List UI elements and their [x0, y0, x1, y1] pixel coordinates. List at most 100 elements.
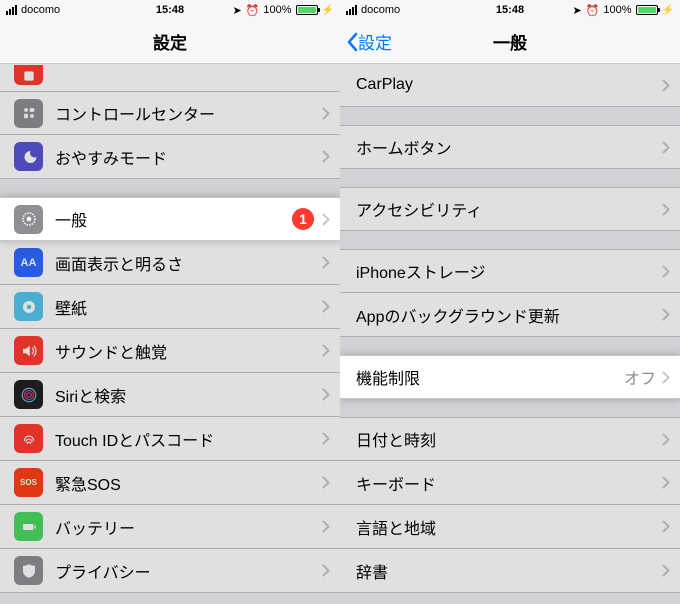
- charging-icon: ⚡: [322, 5, 334, 16]
- row-label: iPhoneストレージ: [356, 259, 662, 283]
- privacy-icon: [14, 556, 43, 585]
- chevron-right-icon: [662, 79, 670, 92]
- chevron-right-icon: [662, 520, 670, 533]
- row-label: 日付と時刻: [356, 427, 662, 451]
- location-icon: ➤: [232, 4, 241, 17]
- notification-badge: 1: [292, 208, 314, 230]
- row-label: Touch IDとパスコード: [55, 427, 322, 451]
- row-label: アクセシビリティ: [356, 197, 662, 221]
- row-label: プライバシー: [55, 559, 322, 583]
- chevron-right-icon: [322, 256, 330, 269]
- settings-row-control-center[interactable]: コントロールセンター: [0, 91, 340, 135]
- nav-bar: 設定: [0, 20, 340, 64]
- chevron-right-icon: [322, 520, 330, 533]
- chevron-right-icon: [662, 433, 670, 446]
- notifications-icon: [14, 65, 43, 85]
- status-bar: docomo 15:48 ➤ ⏰ 100% ⚡: [340, 0, 680, 20]
- general-row-language[interactable]: 言語と地域: [340, 505, 680, 549]
- settings-row-battery[interactable]: バッテリー: [0, 505, 340, 549]
- general-row-dictionary[interactable]: 辞書: [340, 549, 680, 593]
- row-label: 緊急SOS: [55, 471, 322, 495]
- row-label: おやすみモード: [55, 145, 322, 169]
- general-row-date-time[interactable]: 日付と時刻: [340, 417, 680, 461]
- settings-row-sounds[interactable]: サウンドと触覚: [0, 329, 340, 373]
- do-not-disturb-icon: [14, 142, 43, 171]
- chevron-right-icon: [662, 141, 670, 154]
- alarm-icon: ⏰: [246, 4, 260, 17]
- back-button[interactable]: 設定: [346, 29, 392, 54]
- carrier-label: docomo: [361, 4, 400, 16]
- status-bar: docomo 15:48 ➤ ⏰ 100% ⚡: [0, 0, 340, 20]
- location-icon: ➤: [572, 4, 581, 17]
- page-title: 設定: [153, 29, 187, 54]
- row-label: 一般: [55, 207, 292, 231]
- row-label: キーボード: [356, 471, 662, 495]
- chevron-right-icon: [322, 150, 330, 163]
- general-row-restrictions[interactable]: 機能制限オフ: [340, 355, 680, 399]
- general-row-storage[interactable]: iPhoneストレージ: [340, 249, 680, 293]
- charging-icon: ⚡: [662, 5, 674, 16]
- row-label: Siriと検索: [55, 383, 322, 407]
- general-row-keyboard[interactable]: キーボード: [340, 461, 680, 505]
- nav-bar: 設定 一般: [340, 20, 680, 64]
- control-center-icon: [14, 99, 43, 128]
- battery-icon: [296, 5, 318, 15]
- touchid-icon: [14, 424, 43, 453]
- chevron-right-icon: [322, 432, 330, 445]
- row-label: CarPlay: [356, 76, 662, 94]
- alarm-icon: ⏰: [586, 4, 600, 17]
- general-icon: [14, 205, 43, 234]
- chevron-right-icon: [322, 213, 330, 226]
- general-row-accessibility[interactable]: アクセシビリティ: [340, 187, 680, 231]
- settings-row-general[interactable]: 一般1: [0, 197, 340, 241]
- row-label: サウンドと触覚: [55, 339, 322, 363]
- carrier-label: docomo: [21, 4, 60, 16]
- wallpaper-icon: [14, 292, 43, 321]
- settings-row-siri[interactable]: Siriと検索: [0, 373, 340, 417]
- chevron-right-icon: [322, 388, 330, 401]
- battery-icon: [636, 5, 658, 15]
- general-row-home-button[interactable]: ホームボタン: [340, 125, 680, 169]
- chevron-right-icon: [322, 107, 330, 120]
- settings-row-privacy[interactable]: プライバシー: [0, 549, 340, 593]
- general-row-bg-refresh[interactable]: Appのバックグラウンド更新: [340, 293, 680, 337]
- signal-icon: [346, 5, 357, 15]
- battery-percent: 100%: [603, 4, 631, 16]
- chevron-right-icon: [662, 203, 670, 216]
- chevron-right-icon: [322, 344, 330, 357]
- general-row-carplay[interactable]: CarPlay: [340, 64, 680, 107]
- sos-icon: SOS: [14, 468, 43, 497]
- settings-row-sos[interactable]: SOS 緊急SOS: [0, 461, 340, 505]
- row-label: 機能制限: [356, 365, 624, 389]
- partial-row-top[interactable]: [0, 64, 340, 92]
- chevron-right-icon: [322, 300, 330, 313]
- settings-row-do-not-disturb[interactable]: おやすみモード: [0, 135, 340, 179]
- row-label: 画面表示と明るさ: [55, 251, 322, 275]
- settings-row-display[interactable]: AA 画面表示と明るさ: [0, 241, 340, 285]
- chevron-right-icon: [662, 476, 670, 489]
- settings-row-wallpaper[interactable]: 壁紙: [0, 285, 340, 329]
- settings-root-screen: docomo 15:48 ➤ ⏰ 100% ⚡ 設定: [0, 0, 340, 604]
- chevron-right-icon: [322, 476, 330, 489]
- row-label: ホームボタン: [356, 135, 662, 159]
- row-label: 壁紙: [55, 295, 322, 319]
- settings-row-touchid[interactable]: Touch IDとパスコード: [0, 417, 340, 461]
- battery-percent: 100%: [263, 4, 291, 16]
- row-label: Appのバックグラウンド更新: [356, 303, 662, 327]
- back-label: 設定: [358, 29, 392, 54]
- settings-general-screen: docomo 15:48 ➤ ⏰ 100% ⚡ 設定 一般 CarPlay ホーム…: [340, 0, 680, 604]
- signal-icon: [6, 5, 17, 15]
- row-label: バッテリー: [55, 515, 322, 539]
- chevron-right-icon: [662, 265, 670, 278]
- row-label: 言語と地域: [356, 515, 662, 539]
- chevron-right-icon: [662, 371, 670, 384]
- row-label: 辞書: [356, 559, 662, 583]
- chevron-right-icon: [662, 308, 670, 321]
- row-label: コントロールセンター: [55, 101, 322, 125]
- status-time: 15:48: [496, 4, 524, 16]
- display-icon: AA: [14, 248, 43, 277]
- battery-icon: [14, 512, 43, 541]
- chevron-right-icon: [662, 564, 670, 577]
- sounds-icon: [14, 336, 43, 365]
- chevron-right-icon: [322, 564, 330, 577]
